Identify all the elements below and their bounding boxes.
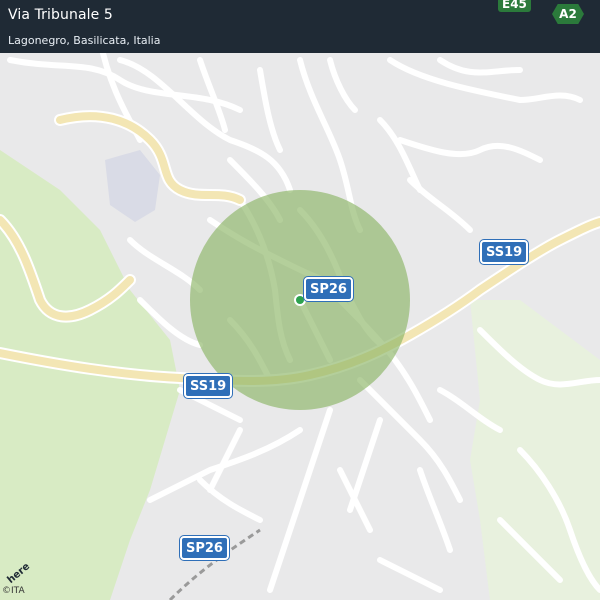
location-marker[interactable] <box>296 296 304 304</box>
sp26-shield-south: SP26 <box>180 536 229 560</box>
place-subtitle: Lagonegro, Basilicata, Italia <box>8 34 161 47</box>
sp26-shield-center: SP26 <box>304 277 353 301</box>
map-view[interactable]: Via Tribunale 5 Lagonegro, Basilicata, I… <box>0 0 600 600</box>
ss19-shield-west: SS19 <box>184 374 233 398</box>
copyright-text: ©ITA <box>2 586 25 596</box>
e45-badge: E45 <box>498 0 531 12</box>
map-canvas[interactable] <box>0 0 600 600</box>
ss19-shield-east: SS19 <box>480 240 529 264</box>
a2-badge: A2 <box>552 4 584 24</box>
